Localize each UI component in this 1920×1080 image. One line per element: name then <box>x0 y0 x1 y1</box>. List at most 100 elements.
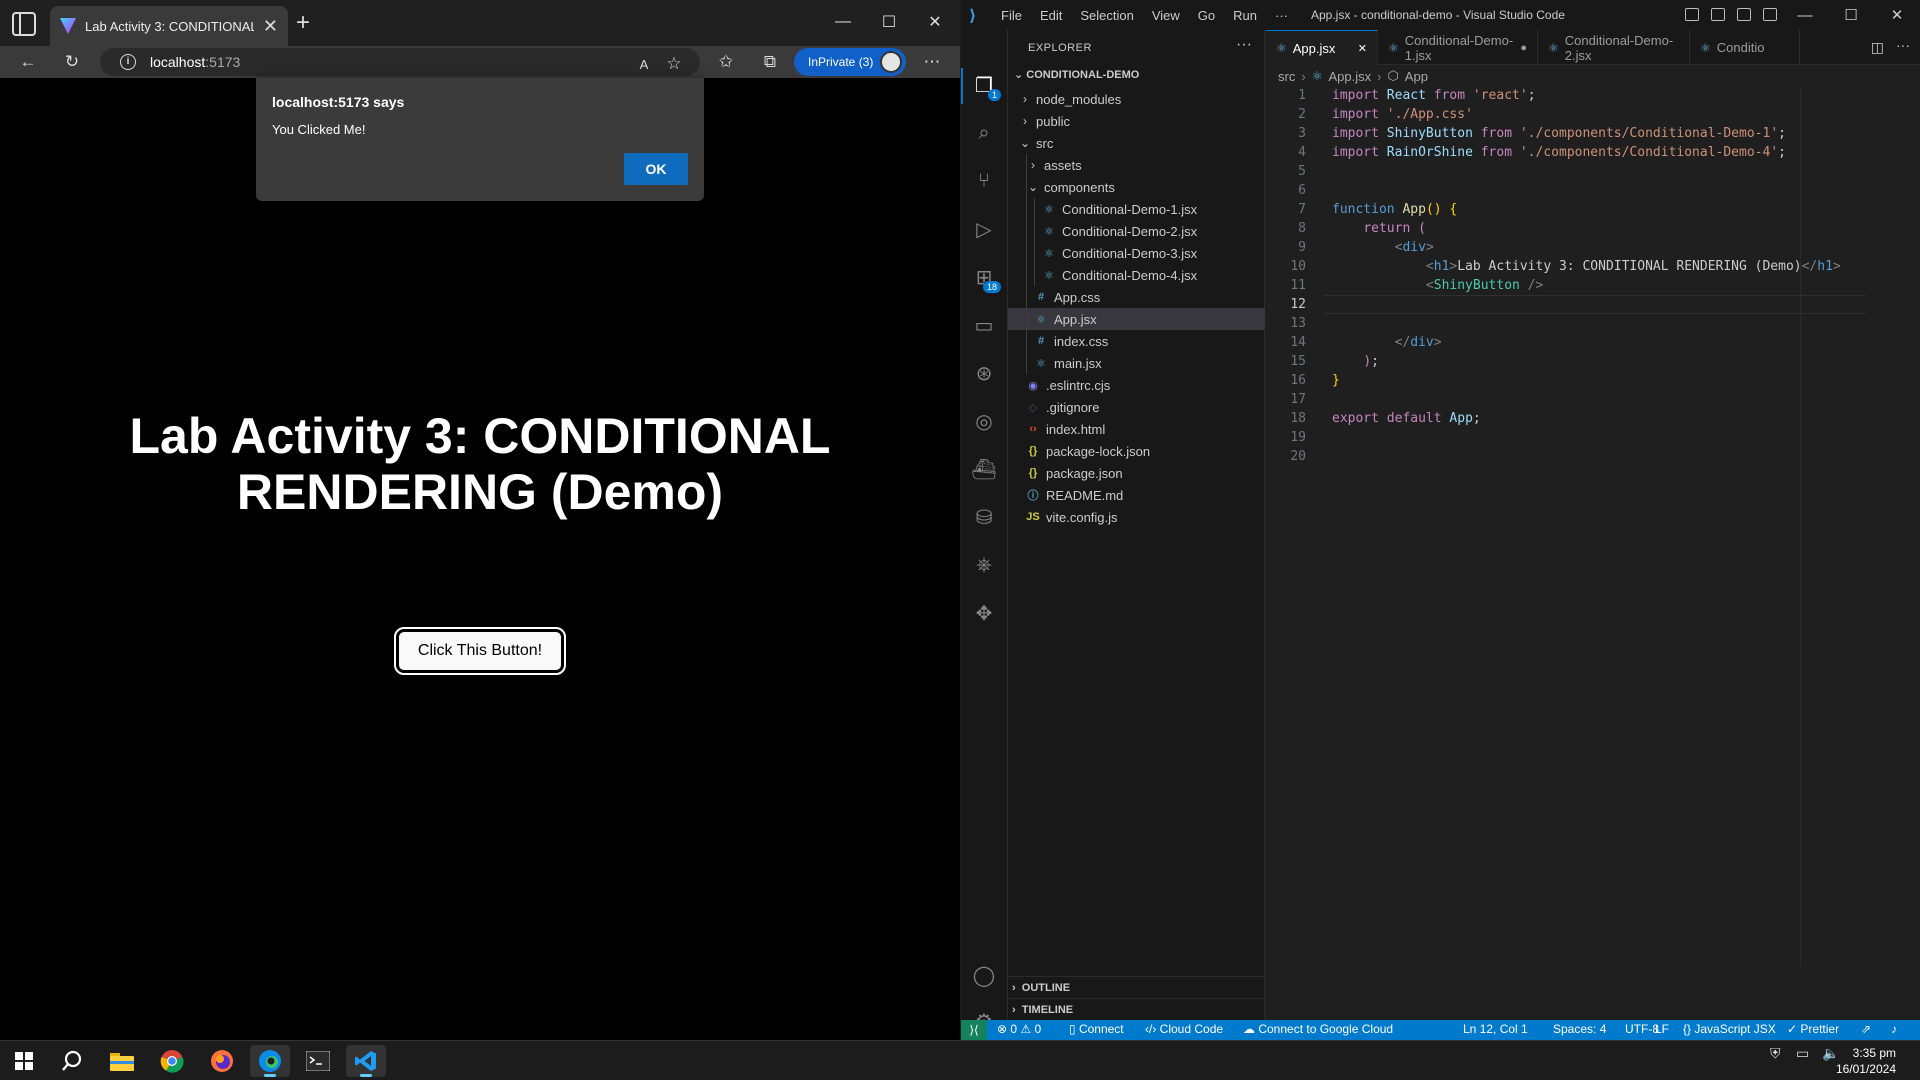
browser-tab[interactable]: Lab Activity 3: CONDITIONAL RE ✕ <box>50 6 288 46</box>
indentation-status[interactable]: Spaces: 4 <box>1553 1022 1606 1036</box>
favorites-icon[interactable]: ✩ <box>712 46 740 78</box>
site-info-icon[interactable]: i <box>120 54 136 70</box>
code-line[interactable]: 1 import React from 'react'; <box>1266 86 1866 105</box>
outline-section[interactable]: › OUTLINE <box>1008 976 1265 998</box>
folder-item[interactable]: › assets <box>1008 154 1265 176</box>
source-control-icon[interactable]: ⑂ <box>971 168 997 194</box>
menu-item[interactable]: File <box>1001 8 1022 23</box>
folder-item[interactable]: › public <box>1008 110 1265 132</box>
code-line[interactable]: 10 <h1>Lab Activity 3: CONDITIONAL RENDE… <box>1266 257 1866 276</box>
editor-tab[interactable]: ⚛ Conditional-Demo-1.jsx ● <box>1378 30 1538 65</box>
remote-explorer-icon[interactable]: ▭ <box>971 312 997 338</box>
tab-close-icon[interactable]: ✕ <box>1358 42 1367 55</box>
explorer-icon[interactable]: ❐ 1 <box>971 72 1001 101</box>
file-item[interactable]: JS vite.config.js <box>1008 506 1265 528</box>
minimap[interactable] <box>1800 86 1920 966</box>
code-line[interactable]: 9 <div> <box>1266 238 1866 257</box>
breadcrumb-src[interactable]: src <box>1278 69 1295 84</box>
taskbar-clock[interactable]: 3:35 pm 16/01/2024 <box>1836 1045 1896 1077</box>
code-line[interactable]: 16} <box>1266 371 1866 390</box>
menu-item[interactable]: Go <box>1198 8 1215 23</box>
toggle-panel-icon[interactable] <box>1711 8 1725 21</box>
encoding-status[interactable]: UTF-8 <box>1625 1022 1659 1036</box>
file-item[interactable]: ◇ .gitignore <box>1008 396 1265 418</box>
file-item[interactable]: ⚛ Conditional-Demo-4.jsx <box>1008 264 1265 286</box>
code-line[interactable]: 13 <box>1266 314 1866 333</box>
apis-icon[interactable]: ✥ <box>971 600 997 626</box>
vscode-minimize-button[interactable]: — <box>1782 0 1828 30</box>
menu-item[interactable]: ··· <box>1275 8 1288 23</box>
code-line[interactable]: 12 <box>1266 295 1866 314</box>
problems-status[interactable]: ⊗ 0 ⚠ 0 <box>997 1022 1041 1036</box>
code-line[interactable]: 17 <box>1266 390 1866 409</box>
file-item[interactable]: ⚛ Conditional-Demo-2.jsx <box>1008 220 1265 242</box>
refresh-icon[interactable]: ↻ <box>58 46 86 78</box>
vscode-maximize-button[interactable]: ☐ <box>1828 0 1874 30</box>
database-icon[interactable]: ⛁ <box>971 504 997 530</box>
code-line[interactable]: 19 <box>1266 428 1866 447</box>
folder-item[interactable]: ⌄ src <box>1008 132 1265 154</box>
toggle-secondary-sidebar-icon[interactable] <box>1737 8 1751 21</box>
code-line[interactable]: 20 <box>1266 447 1866 466</box>
file-item[interactable]: ◉ .eslintrc.cjs <box>1008 374 1265 396</box>
url-text[interactable]: localhost:5173 <box>150 54 240 70</box>
menu-item[interactable]: Run <box>1233 8 1257 23</box>
menu-item[interactable]: Selection <box>1080 8 1133 23</box>
customize-layout-icon[interactable] <box>1763 8 1777 21</box>
explorer-more-icon[interactable]: ··· <box>1236 36 1252 54</box>
file-item[interactable]: ⚛ App.jsx <box>1008 308 1265 330</box>
maximize-button[interactable]: ☐ <box>866 6 912 38</box>
code-line[interactable]: 18 export default App; <box>1266 409 1866 428</box>
kubernetes-icon[interactable]: ⎈ <box>971 552 997 578</box>
code-line[interactable]: 3 import ShinyButton from './components/C… <box>1266 124 1866 143</box>
tab-actions-icon[interactable] <box>12 12 36 36</box>
collections-icon[interactable]: ⧉ <box>756 46 784 78</box>
security-shield-icon[interactable]: ⛨ <box>1770 1045 1781 1062</box>
code-line[interactable]: 2 import './App.css' <box>1266 105 1866 124</box>
breadcrumb-file[interactable]: App.jsx <box>1328 69 1371 84</box>
code-line[interactable]: 11 <ShinyButton /> <box>1266 276 1866 295</box>
editor-tab[interactable]: ⚛ Conditional-Demo-2.jsx <box>1538 30 1690 65</box>
file-item[interactable]: # index.css <box>1008 330 1265 352</box>
live-share-icon[interactable]: ⇗ <box>1861 1022 1871 1036</box>
firefox-icon[interactable] <box>202 1045 242 1077</box>
cloud-code-status[interactable]: ‹/› Cloud Code <box>1145 1022 1223 1036</box>
project-folder[interactable]: ⌄ CONDITIONAL-DEMO <box>1014 68 1139 81</box>
start-windows-icon[interactable] <box>4 1045 44 1077</box>
click-this-button[interactable]: Click This Button! <box>394 627 566 675</box>
file-explorer-icon[interactable] <box>102 1045 142 1077</box>
read-aloud-icon[interactable]: A <box>630 48 658 80</box>
code-editor[interactable]: 1 import React from 'react'; 2 import './Ap… <box>1266 86 1866 466</box>
vscode-close-button[interactable]: ✕ <box>1874 0 1920 30</box>
unsaved-dot-icon[interactable]: ● <box>1520 42 1527 54</box>
new-tab-button[interactable]: + <box>296 8 310 38</box>
file-item[interactable]: ‹› index.html <box>1008 418 1265 440</box>
tab-close-icon[interactable]: ✕ <box>263 17 278 35</box>
search-icon[interactable] <box>52 1045 92 1077</box>
inprivate-button[interactable]: InPrivate (3) <box>794 48 906 76</box>
cloud-code-icon[interactable]: ◎ <box>971 408 997 434</box>
network-icon[interactable]: ▭ <box>1796 1045 1809 1062</box>
breadcrumb-symbol[interactable]: App <box>1405 69 1428 84</box>
search-icon[interactable]: ⌕ <box>971 120 997 146</box>
code-line[interactable]: 15 ); <box>1266 352 1866 371</box>
connect-status[interactable]: ▯ Connect <box>1069 1022 1124 1036</box>
docker-icon[interactable]: ⛴ <box>971 456 997 482</box>
file-item[interactable]: ⚛ Conditional-Demo-3.jsx <box>1008 242 1265 264</box>
prettier-status[interactable]: ✓ Prettier <box>1787 1022 1839 1036</box>
git-graph-icon[interactable]: ⊛ <box>971 360 997 386</box>
timeline-section[interactable]: › TIMELINE <box>1008 998 1265 1020</box>
add-favorite-icon[interactable]: ☆ <box>660 48 688 80</box>
code-line[interactable]: 5 <box>1266 162 1866 181</box>
back-icon[interactable]: ← <box>14 46 42 78</box>
google-cloud-status[interactable]: ☁ Connect to Google Cloud <box>1243 1022 1393 1036</box>
code-line[interactable]: 8 return ( <box>1266 219 1866 238</box>
editor-tab[interactable]: ⚛ App.jsx ✕ <box>1266 30 1378 65</box>
folder-item[interactable]: ⌄ components <box>1008 176 1265 198</box>
minimize-button[interactable]: — <box>820 6 866 38</box>
file-item[interactable]: ⓘ README.md <box>1008 484 1265 506</box>
cursor-position[interactable]: Ln 12, Col 1 <box>1463 1022 1528 1036</box>
code-line[interactable]: 7 function App() { <box>1266 200 1866 219</box>
edge-icon[interactable] <box>250 1045 290 1077</box>
toggle-primary-sidebar-icon[interactable] <box>1685 8 1699 21</box>
